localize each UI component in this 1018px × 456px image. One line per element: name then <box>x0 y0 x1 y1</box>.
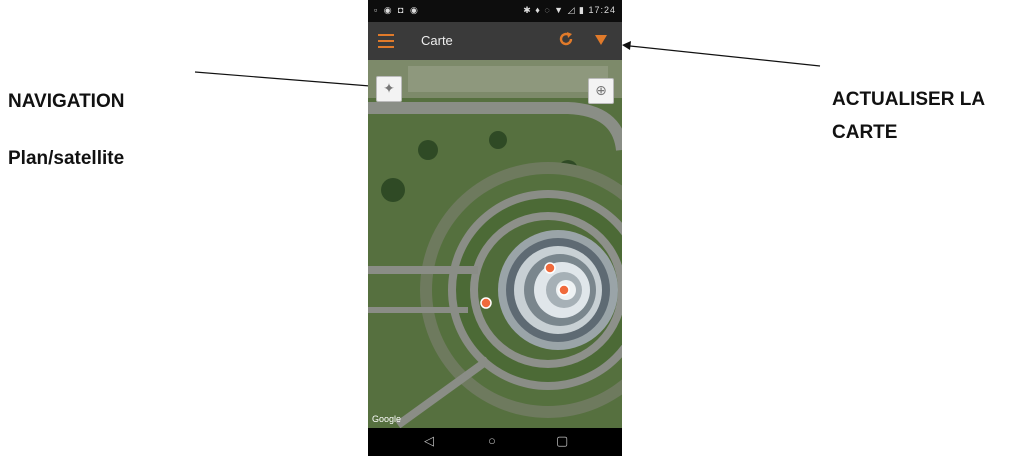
system-nav-bar: ◁ ○ ▢ <box>368 428 622 456</box>
app-bar: Carte <box>368 22 622 60</box>
status-bar: ▫ ◉ ◘ ◉ ✱ ♦ ◌ ▼ ◿ ▮ 17:24 <box>368 0 622 22</box>
refresh-icon[interactable] <box>557 30 577 50</box>
phone-screen: ▫ ◉ ◘ ◉ ✱ ♦ ◌ ▼ ◿ ▮ 17:24 Carte ✦ ⊕ Goog… <box>368 0 622 456</box>
status-system-icons: ✱ ♦ ◌ ▼ ◿ ▮ 17:24 <box>523 5 616 15</box>
page-title: Carte <box>421 33 453 48</box>
refresh-annotation-line2: CARTE <box>832 122 898 143</box>
refresh-map-annotation: ACTUALISER LA CARTE <box>832 83 1012 149</box>
compass-icon[interactable]: ✦ <box>376 76 402 102</box>
plan-satellite-annotation: Plan/satellite <box>8 148 125 169</box>
navigation-arrow-line <box>194 71 371 87</box>
recents-icon[interactable]: ▢ <box>556 433 568 449</box>
refresh-icon-glyph <box>559 32 573 46</box>
map-attribution: Google <box>372 414 402 424</box>
navigation-annotation: NAVIGATION <box>8 91 125 112</box>
crosshair-icon[interactable]: ⊕ <box>588 78 614 104</box>
back-icon[interactable]: ◁ <box>424 433 434 449</box>
satellite-map[interactable]: ✦ ⊕ Google <box>368 60 622 428</box>
refresh-annotation-line1: ACTUALISER LA <box>832 89 986 110</box>
hamburger-icon[interactable] <box>378 34 394 48</box>
satellite-imagery <box>368 60 622 428</box>
refresh-arrow-line <box>629 45 821 67</box>
refresh-arrowhead <box>622 41 631 50</box>
status-notification-icons: ▫ ◉ ◘ ◉ <box>374 5 420 15</box>
filter-icon[interactable] <box>595 35 607 45</box>
home-icon[interactable]: ○ <box>488 433 496 448</box>
